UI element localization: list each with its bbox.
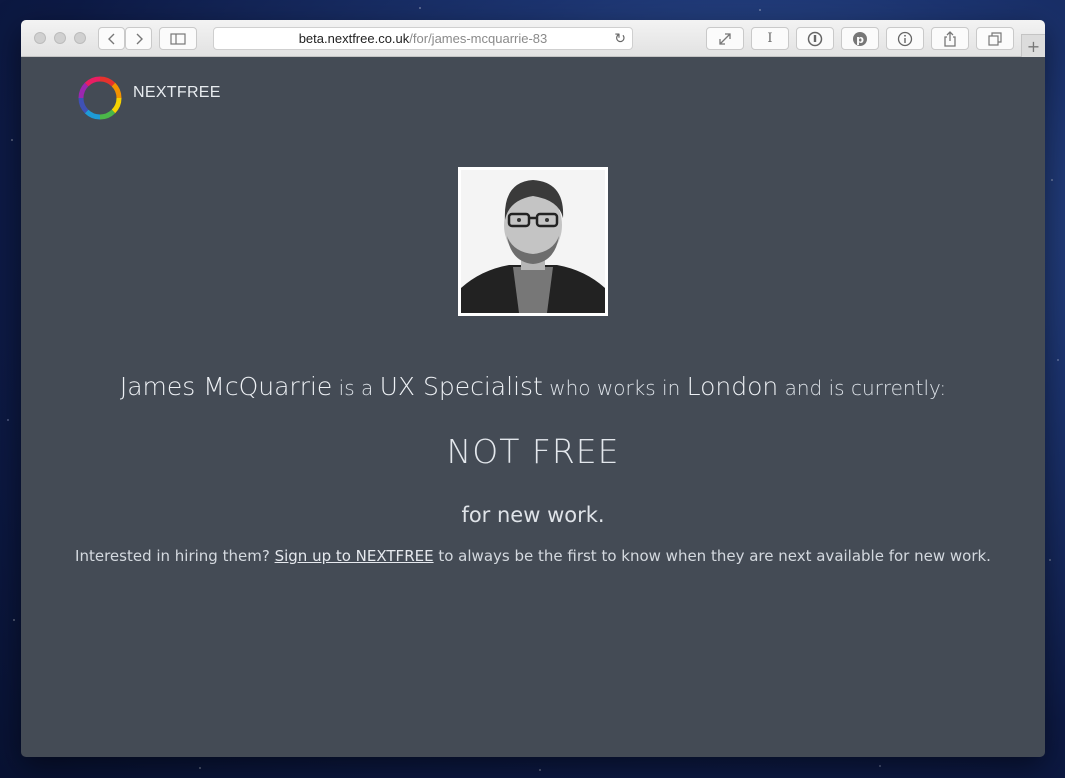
logo-ring-segment [78,97,89,114]
logo-ring-segment [111,82,122,99]
browser-toolbar: beta.nextfree.co.uk/for/james-mcquarrie-… [21,20,1045,57]
tabs-icon [988,31,1002,46]
url-host: beta.nextfree.co.uk [298,31,410,46]
url-path: /for/james-mcquarrie-83 [409,31,548,46]
profile-summary: James McQuarrie is a UX Specialist who w… [21,372,1045,401]
sidebar-icon [170,32,186,45]
chevron-left-icon [107,33,114,44]
info-button[interactable] [886,27,924,50]
brand-name[interactable]: NEXTFREE [133,84,221,102]
zoom-window-button[interactable] [74,32,86,44]
share-button[interactable] [931,27,969,50]
browser-window: beta.nextfree.co.uk/for/james-mcquarrie-… [21,20,1045,757]
profile-name: James McQuarrie [119,372,333,401]
text-cursor-button[interactable]: I [751,27,789,50]
availability-suffix: for new work. [461,503,605,527]
chevron-right-icon [136,33,143,44]
pinterest-button[interactable]: p [841,27,879,50]
address-bar[interactable]: beta.nextfree.co.uk/for/james-mcquarrie-… [213,27,633,50]
portrait-photo [461,170,605,313]
profile-avatar [458,167,608,316]
password-manager-button[interactable] [796,27,834,50]
logo-ring-segment [99,76,116,87]
back-button[interactable] [98,27,125,50]
text-cursor-icon: I [767,31,773,46]
forward-button[interactable] [125,27,152,50]
logo-ring-segment [78,82,89,99]
text-works-in: who works in [549,376,681,400]
info-icon [897,31,913,46]
expand-icon [719,32,731,45]
sidebar-button[interactable] [159,27,197,50]
pinterest-icon: p [853,31,867,46]
text-currently: and is currently: [784,376,947,400]
note-prefix: Interested in hiring them? [75,547,270,565]
profile-role: UX Specialist [379,372,543,401]
logo-ring-segment [111,97,122,114]
password-icon [807,31,823,46]
availability-status: NOT FREE [446,432,620,471]
logo-ring-segment [84,109,101,120]
svg-text:p: p [856,33,864,46]
logo-ring-segment [99,109,116,120]
text-is-a: is a [338,376,374,400]
nextfree-logo-icon[interactable] [77,75,123,121]
close-window-button[interactable] [34,32,46,44]
minimize-window-button[interactable] [54,32,66,44]
new-tab-button[interactable]: + [1021,34,1045,57]
logo-ring-segment [84,76,101,87]
expand-button[interactable] [706,27,744,50]
reload-icon[interactable]: ↻ [614,30,626,47]
plus-icon: + [1026,36,1041,56]
signup-note: Interested in hiring them? Sign up to NE… [21,547,1045,565]
signup-link[interactable]: Sign up to NEXTFREE [275,547,434,565]
share-icon [944,30,956,47]
profile-location: London [686,372,779,401]
show-tabs-button[interactable] [976,27,1014,50]
note-suffix: to always be the first to know when they… [438,547,991,565]
